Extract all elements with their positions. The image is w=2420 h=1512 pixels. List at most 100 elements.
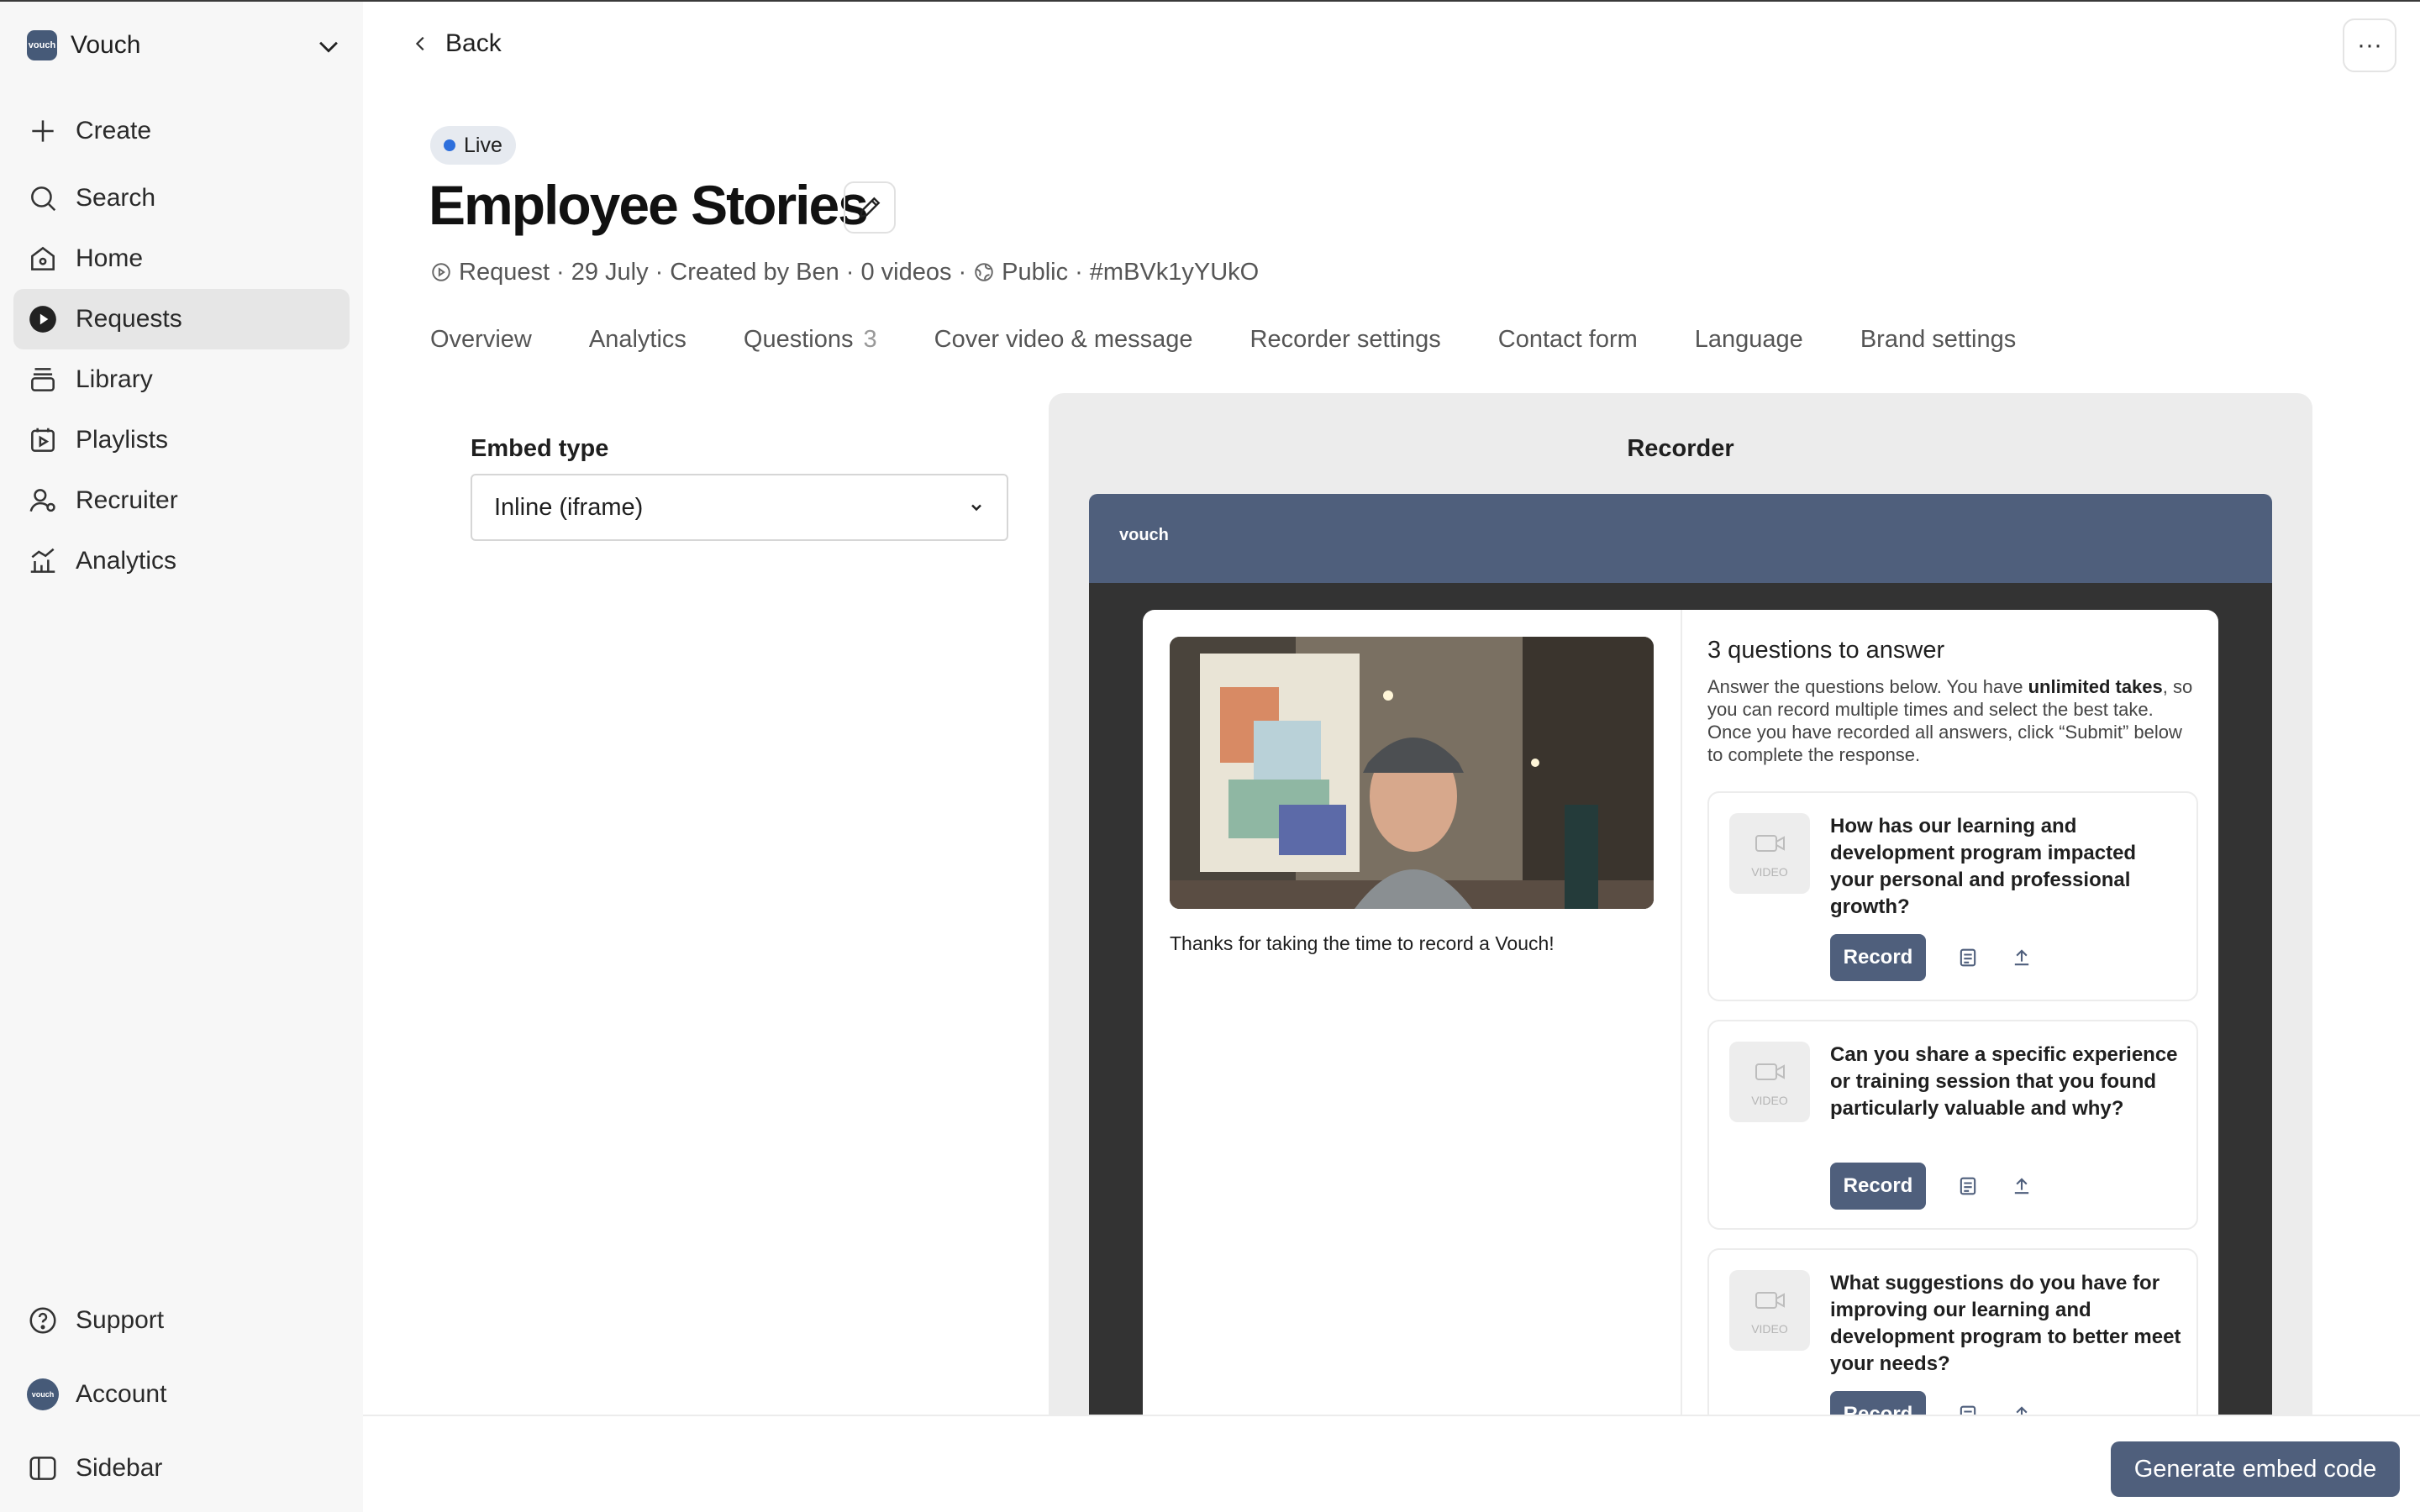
meta-separator: · [1075, 258, 1083, 286]
person-icon [29, 489, 55, 512]
sidebar-item-label: Account [76, 1380, 167, 1408]
generate-embed-code-button[interactable]: Generate embed code [2111, 1441, 2400, 1497]
sidebar-icon [29, 1457, 56, 1480]
sidebar-item-label: Library [76, 365, 153, 393]
workspace-name: Vouch [71, 31, 141, 59]
sidebar-item-label: Recruiter [76, 486, 178, 514]
sidebar-item-analytics[interactable]: Analytics [13, 531, 350, 591]
edit-title-button[interactable] [844, 181, 896, 234]
sidebar-item-playlists[interactable]: Playlists [13, 410, 350, 470]
pencil-icon [859, 197, 881, 218]
meta-separator: · [556, 258, 565, 286]
sidebar-item-home[interactable]: Home [13, 228, 350, 289]
question-text: How has our learning and development pro… [1830, 815, 2137, 918]
sidebar-item-label: Create [76, 117, 152, 144]
recorder-preview: Recorder vouch Thanks for taking the tim… [1049, 393, 2312, 1418]
tab-analytics[interactable]: Analytics [589, 326, 687, 363]
tab-count-badge: 3 [863, 326, 877, 353]
embed-type-select[interactable]: Inline (iframe) [471, 474, 1008, 541]
status-label: Live [464, 133, 502, 157]
request-icon [432, 263, 450, 281]
question-card: VIDEO Can you share a specific experienc… [1707, 1020, 2198, 1230]
status-badge: Live [430, 126, 516, 165]
video-placeholder-label: VIDEO [1751, 1094, 1788, 1107]
sidebar-item-library[interactable]: Library [13, 349, 350, 410]
meta-creator: Created by Ben [670, 258, 839, 286]
help-icon [29, 1307, 56, 1334]
sidebar-item-search[interactable]: Search [13, 168, 350, 228]
embed-type-label: Embed type [471, 435, 609, 462]
video-placeholder: VIDEO [1729, 1042, 1810, 1122]
record-button[interactable]: Record [1830, 934, 1926, 981]
video-placeholder-label: VIDEO [1751, 865, 1788, 879]
plus-icon [32, 120, 54, 142]
script-icon[interactable] [1956, 1174, 1980, 1198]
vouch-logo: vouch [1119, 526, 1169, 544]
desc-bold: unlimited takes [2028, 676, 2163, 697]
chevron-down-icon [319, 41, 338, 53]
video-placeholder-label: VIDEO [1751, 1322, 1788, 1336]
divider [1681, 610, 1682, 1418]
video-placeholder: VIDEO [1729, 813, 1810, 894]
request-meta: Request · 29 July · Created by Ben · 0 v… [430, 255, 1259, 289]
tab-cover-video[interactable]: Cover video & message [934, 326, 1193, 363]
sidebar-item-label: Support [76, 1306, 165, 1334]
back-button[interactable]: Back [412, 25, 502, 62]
question-text: What suggestions do you have for improvi… [1830, 1272, 2181, 1375]
video-camera-icon [1755, 1063, 1785, 1080]
tab-overview[interactable]: Overview [430, 326, 532, 363]
meta-separator: · [958, 258, 967, 286]
globe-icon [975, 263, 993, 281]
sidebar-item-sidebar-toggle[interactable]: Sidebar [13, 1438, 350, 1499]
sidebar-item-create[interactable]: Create [13, 101, 350, 161]
workspace-switcher[interactable]: vouch Vouch [27, 29, 343, 62]
questions-heading: 3 questions to answer [1707, 637, 1945, 664]
video-placeholder: VIDEO [1729, 1270, 1810, 1351]
chevron-down-icon [971, 504, 981, 512]
sidebar-item-label: Analytics [76, 547, 177, 575]
tab-recorder-settings[interactable]: Recorder settings [1250, 326, 1441, 363]
page-title: Employee Stories [429, 174, 869, 236]
chevron-left-icon [415, 36, 424, 51]
workspace-logo: vouch [27, 30, 57, 60]
questions-description: Answer the questions below. You have unl… [1707, 675, 2195, 766]
question-card: VIDEO What suggestions do you have for i… [1707, 1248, 2198, 1418]
preview-title: Recorder [1627, 435, 1734, 462]
sidebar-item-account[interactable]: vouch Account [13, 1364, 350, 1425]
cover-video-image [1170, 637, 1654, 909]
playlist-icon [31, 428, 55, 452]
sidebar-item-support[interactable]: Support [13, 1290, 350, 1351]
desc-text: Answer the questions below. You have [1707, 676, 2028, 697]
recorder-body: Thanks for taking the time to record a V… [1089, 583, 2272, 1418]
recorder-header: vouch [1089, 494, 2272, 583]
analytics-icon [30, 548, 55, 573]
script-icon[interactable] [1956, 946, 1980, 969]
sidebar-item-recruiter[interactable]: Recruiter [13, 470, 350, 531]
question-text: Can you share a specific experience or t… [1830, 1043, 2178, 1120]
video-camera-icon [1755, 1292, 1785, 1309]
upload-icon[interactable] [2010, 946, 2033, 969]
tab-language[interactable]: Language [1695, 326, 1803, 363]
main-content: Back ··· Live Employee Stories Request ·… [363, 2, 2420, 1512]
question-actions: Record [1830, 934, 2033, 981]
question-actions: Record [1830, 1163, 2033, 1210]
sidebar-item-requests[interactable]: Requests [13, 289, 350, 349]
upload-icon[interactable] [2010, 1174, 2033, 1198]
video-camera-icon [1755, 835, 1785, 852]
tab-contact-form[interactable]: Contact form [1498, 326, 1638, 363]
record-button[interactable]: Record [1830, 1163, 1926, 1210]
meta-id: #mBVk1yYUkO [1089, 258, 1260, 286]
cover-video[interactable] [1170, 637, 1654, 909]
meta-visibility: Public [1002, 258, 1069, 286]
search-icon [31, 186, 56, 212]
avatar: vouch [27, 1378, 59, 1410]
recorder-card: Thanks for taking the time to record a V… [1143, 610, 2218, 1418]
meta-type: Request [459, 258, 550, 286]
sidebar-item-label: Playlists [76, 426, 169, 454]
tab-questions[interactable]: Questions 3 [744, 326, 877, 363]
tab-brand-settings[interactable]: Brand settings [1860, 326, 2016, 363]
meta-separator: · [655, 258, 664, 286]
more-options-button[interactable]: ··· [2343, 18, 2396, 72]
live-dot-icon [444, 139, 455, 151]
back-label: Back [445, 29, 502, 57]
